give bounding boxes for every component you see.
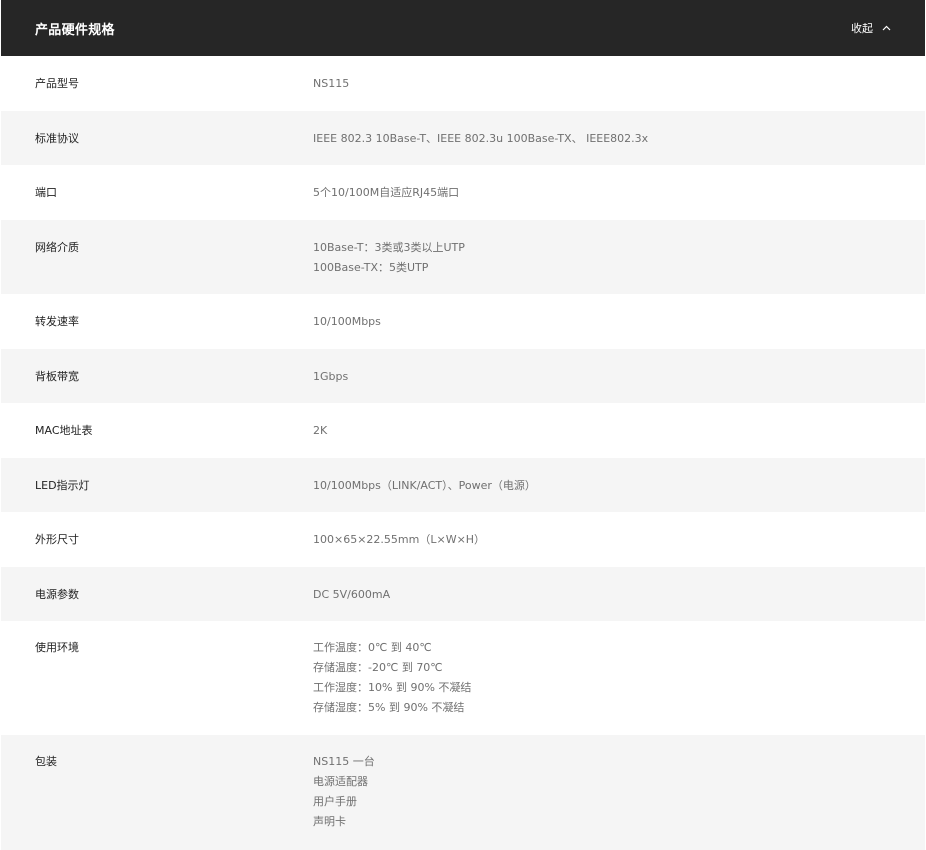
- spec-value: DC 5V/600mA: [313, 585, 390, 621]
- collapse-label: 收起: [851, 22, 873, 35]
- spec-row: LED指示灯 10/100Mbps（LINK/ACT）、Power（电源）: [1, 458, 925, 512]
- spec-label: 转发速率: [35, 315, 79, 328]
- spec-row: 端口 5个10/100M自适应RJ45端口: [1, 165, 925, 220]
- spec-value: 1Gbps: [313, 367, 348, 403]
- spec-table: 产品型号 NS115 标准协议 IEEE 802.3 10Base-T、IEEE 80…: [1, 56, 925, 850]
- spec-value-line: DC 5V/600mA: [313, 588, 391, 601]
- spec-row: 使用环境 工作温度：0℃ 到 40℃ 存储温度：-20℃ 到 70℃ 工作湿度：10%…: [1, 621, 925, 735]
- spec-value: 工作温度：0℃ 到 40℃ 存储温度：-20℃ 到 70℃ 工作湿度：10% 到 9…: [313, 638, 471, 735]
- spec-row: MAC地址表 2K: [1, 403, 925, 458]
- spec-label: 背板带宽: [35, 370, 79, 383]
- spec-value: 100×65×22.55mm（L×W×H）: [313, 530, 485, 567]
- spec-value-line: NS115 一台: [313, 755, 375, 768]
- spec-label: 使用环境: [35, 641, 79, 654]
- spec-label: 网络介质: [35, 241, 79, 254]
- spec-label: 产品型号: [35, 77, 79, 90]
- spec-value: NS115 一台 电源适配器用户手册声明卡: [313, 752, 375, 850]
- spec-value-line: 工作湿度：10% 到 90% 不凝结: [313, 681, 472, 694]
- spec-value: 5个10/100M自适应RJ45端口: [313, 183, 459, 220]
- spec-label: 电源参数: [35, 588, 79, 601]
- spec-row: 包装 NS115 一台 电源适配器用户手册声明卡: [1, 735, 925, 850]
- spec-value-line: 工作温度：0℃ 到 40℃: [313, 641, 432, 654]
- spec-value: 10Base-T：3类或3类以上UTP 100Base-TX：5类UTP: [313, 238, 465, 294]
- section-title: 产品硬件规格: [35, 22, 115, 38]
- spec-value-line: 存储湿度：5% 到 90% 不凝结: [313, 701, 465, 714]
- spec-row: 转发速率 10/100Mbps: [1, 294, 925, 349]
- spec-header: 产品硬件规格 收起: [1, 0, 925, 56]
- spec-value: 10/100Mbps（LINK/ACT）、Power（电源）: [313, 476, 536, 512]
- spec-value-line: 5个10/100M自适应RJ45端口: [313, 186, 460, 199]
- spec-value: 2K: [313, 421, 327, 458]
- spec-value-line: 1Gbps: [313, 370, 349, 383]
- spec-value-line: 10/100Mbps: [313, 315, 381, 328]
- spec-value-line: 2K: [313, 424, 328, 437]
- spec-value-line: 存储温度：-20℃ 到 70℃: [313, 661, 443, 674]
- spec-label: 包装: [35, 755, 57, 768]
- spec-row: 产品型号 NS115: [1, 56, 925, 111]
- spec-row: 外形尺寸 100×65×22.55mm（L×W×H）: [1, 512, 925, 567]
- spec-label: MAC地址表: [35, 424, 93, 437]
- spec-value-line: 用户手册: [313, 795, 357, 808]
- spec-value-line: 100×65×22.55mm（L×W×H）: [313, 533, 486, 546]
- spec-value-line: 10/100Mbps（LINK/ACT）、Power（电源）: [313, 479, 536, 492]
- spec-value-line: 100Base-TX：5类UTP: [313, 261, 429, 274]
- spec-value-line: 10Base-T：3类或3类以上UTP: [313, 241, 465, 254]
- spec-panel: 产品硬件规格 收起 产品型号 NS115 标准协议 IEEE 802.3 10Base…: [1, 0, 925, 850]
- spec-value: 10/100Mbps: [313, 312, 381, 349]
- spec-label: 外形尺寸: [35, 533, 79, 546]
- spec-label: 端口: [35, 186, 57, 199]
- spec-value: IEEE 802.3 10Base-T、IEEE 802.3u 100Base-…: [313, 129, 648, 165]
- spec-row: 网络介质 10Base-T：3类或3类以上UTP 100Base-TX：5类UTP: [1, 220, 925, 294]
- spec-label: LED指示灯: [35, 479, 90, 492]
- chevron-up-icon: [882, 25, 891, 31]
- spec-row: 标准协议 IEEE 802.3 10Base-T、IEEE 802.3u 100B…: [1, 111, 925, 165]
- spec-value-line: NS115: [313, 77, 350, 90]
- spec-value-line: IEEE 802.3 10Base-T、IEEE 802.3u 100Base-…: [313, 132, 649, 145]
- spec-value-line: 声明卡: [313, 815, 346, 828]
- spec-label: 标准协议: [35, 132, 79, 145]
- spec-row: 电源参数 DC 5V/600mA: [1, 567, 925, 621]
- spec-value-line: 电源适配器: [313, 775, 368, 788]
- collapse-button[interactable]: 收起: [851, 20, 891, 36]
- spec-value: NS115: [313, 74, 349, 111]
- spec-row: 背板带宽 1Gbps: [1, 349, 925, 403]
